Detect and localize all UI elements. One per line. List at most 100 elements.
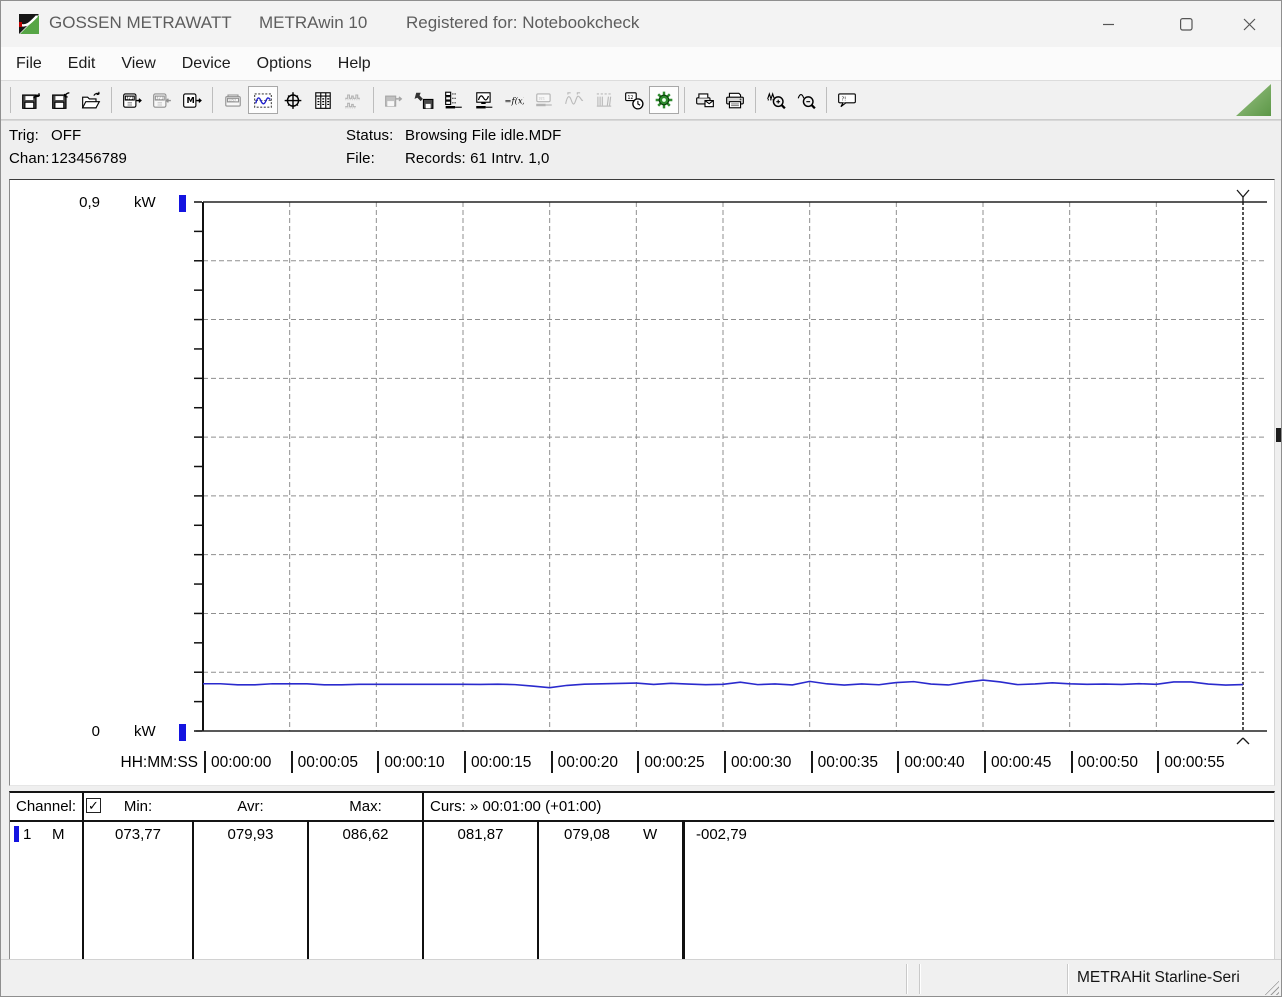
- import-data-button[interactable]: [409, 86, 439, 114]
- max-value: 086,62: [309, 826, 422, 843]
- print-preview-icon: [695, 90, 715, 110]
- analog-trigger-button: [559, 86, 589, 114]
- svg-text:321: 321: [156, 95, 164, 100]
- menubar: FileEditViewDeviceOptionsHelp: [1, 47, 1281, 80]
- title-product: METRAwin 10: [259, 13, 367, 33]
- close-icon: [1243, 18, 1256, 31]
- trig-label: Trig:: [9, 127, 39, 144]
- table-display-button[interactable]: [308, 86, 338, 114]
- x-tick-label: 00:00:00: [204, 751, 271, 773]
- x-tick-label: 00:00:05: [291, 751, 358, 773]
- open-file-button[interactable]: [76, 86, 106, 114]
- comment-button[interactable]: ?!: [832, 86, 862, 114]
- app-logo-icon: [19, 14, 39, 34]
- zoom-out-button[interactable]: [791, 86, 821, 114]
- resize-grip[interactable]: [1264, 980, 1279, 995]
- file-value: Records: 61 Intrv. 1,0: [405, 150, 550, 167]
- delta-value: -002,79: [696, 826, 747, 843]
- toolbar-separator: [10, 87, 11, 113]
- menu-device[interactable]: Device: [169, 47, 244, 80]
- svg-text:=f(x): =f(x): [505, 95, 524, 105]
- channel-marker-top: [179, 195, 186, 212]
- cursor-a-value: 081,87: [424, 826, 537, 843]
- time-settings-button[interactable]: 12: [619, 86, 649, 114]
- x-tick-label: 00:00:50: [1071, 751, 1138, 773]
- menu-view[interactable]: View: [108, 47, 168, 80]
- cursor-b-value: 079,08: [537, 826, 637, 843]
- print-button[interactable]: [720, 86, 750, 114]
- title-registered: Registered for: Notebookcheck: [406, 13, 639, 33]
- svg-text:?!: ?!: [841, 97, 846, 103]
- chan-value: 123456789: [51, 150, 127, 167]
- x-tick-label: 00:00:10: [377, 751, 444, 773]
- menu-edit[interactable]: Edit: [55, 47, 109, 80]
- file-label: File:: [346, 150, 375, 167]
- y-max-label: 0,9: [50, 194, 100, 211]
- waveform-icon: [253, 90, 273, 110]
- display-settings-button[interactable]: [469, 86, 499, 114]
- menu-file[interactable]: File: [3, 47, 55, 80]
- read-memory-button[interactable]: M: [177, 86, 207, 114]
- device-status: METRAHit Starline-Seri: [1077, 969, 1240, 987]
- channel-marker-bottom: [179, 724, 186, 741]
- titlebar[interactable]: GOSSEN METRAWATT METRAwin 10 Registered …: [1, 1, 1281, 47]
- header-divider: [10, 820, 1274, 822]
- devM-out-icon: M: [182, 90, 202, 110]
- svg-text:321: 321: [538, 97, 544, 101]
- export-data-button: [379, 86, 409, 114]
- zoom-in-button[interactable]: [761, 86, 791, 114]
- maximize-button[interactable]: [1163, 2, 1209, 46]
- save-file-button[interactable]: [16, 86, 46, 114]
- svg-text:1257: 1257: [228, 98, 236, 102]
- x-tick-label: 00:00:40: [897, 751, 964, 773]
- statusbar-divider: [906, 964, 907, 994]
- close-button[interactable]: [1226, 2, 1272, 46]
- statistic-display-button: [338, 86, 368, 114]
- minimize-icon: [1103, 18, 1115, 30]
- y-unit-top: kW: [134, 194, 156, 211]
- device-settings-button: 321: [529, 86, 559, 114]
- floppy-out-icon: [21, 90, 41, 110]
- arrow-floppy-icon: [414, 90, 434, 110]
- zoom-out-wave-icon: [796, 90, 816, 110]
- col-avr: Avr:: [194, 798, 307, 815]
- channel-mode: M: [52, 826, 65, 843]
- x-tick-label: 00:00:25: [637, 751, 704, 773]
- menu-options[interactable]: Options: [244, 47, 325, 80]
- meter1257-icon: 1257: [223, 90, 243, 110]
- trig-value: OFF: [51, 127, 81, 144]
- chart-panel[interactable]: 0,9 kW 0 kW HH:MM:SS 00:00:0000:00:0500:…: [9, 179, 1275, 786]
- maximize-icon: [1180, 18, 1193, 31]
- channel-settings-button[interactable]: [439, 86, 469, 114]
- numeric-display-button: 1257: [218, 86, 248, 114]
- x-axis-label: HH:MM:SS: [70, 754, 198, 772]
- table-divider: [422, 793, 424, 962]
- save-as-button[interactable]: [46, 86, 76, 114]
- statusbar: METRAHit Starline-Seri: [1, 959, 1281, 997]
- toolbar-separator: [212, 87, 213, 113]
- y-unit-bottom: kW: [134, 723, 156, 740]
- statusbar-divider: [1067, 964, 1068, 994]
- toolbar-separator: [755, 87, 756, 113]
- write-device-button: 321: [147, 86, 177, 114]
- formula-button[interactable]: =f(x): [499, 86, 529, 114]
- toolbar-separator: [684, 87, 685, 113]
- table-divider: [682, 820, 685, 962]
- energy-mode-button[interactable]: [649, 86, 679, 114]
- toolbar-separator: [111, 87, 112, 113]
- print-preview-button[interactable]: [690, 86, 720, 114]
- power-chart[interactable]: [10, 180, 1274, 785]
- pulse-trigger-button: [589, 86, 619, 114]
- chan-label: Chan:: [9, 150, 50, 167]
- curve-chart-button[interactable]: [248, 86, 278, 114]
- printer-icon: [725, 90, 745, 110]
- minimize-button[interactable]: [1086, 2, 1132, 46]
- table-icon-icon: [313, 90, 333, 110]
- title-app-name: GOSSEN METRAWATT: [49, 13, 232, 33]
- svg-text:12: 12: [627, 95, 633, 101]
- status-value: Browsing File idle.MDF: [405, 127, 561, 144]
- crosshair-icon: [283, 90, 303, 110]
- cursor-display-button[interactable]: [278, 86, 308, 114]
- menu-help[interactable]: Help: [325, 47, 384, 80]
- read-device-button[interactable]: 321: [117, 86, 147, 114]
